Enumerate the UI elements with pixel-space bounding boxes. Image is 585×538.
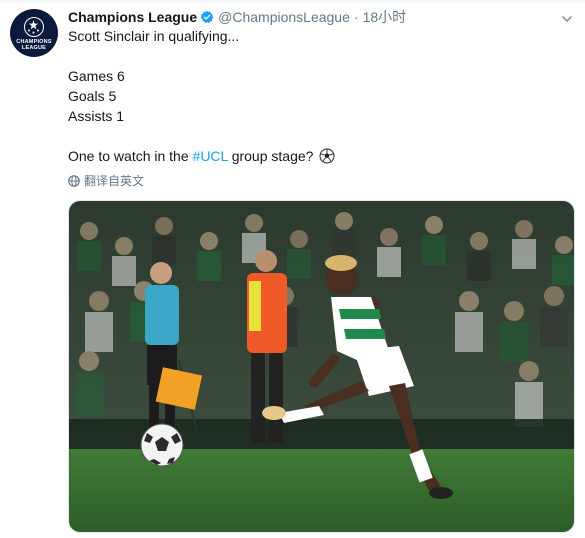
tweet-text-line: Assists 1 [68,108,125,124]
tweet-text-line: Goals 5 [68,88,117,104]
translate-label: 翻译自英文 [84,174,145,188]
tweet-text-line: One to watch in the #UCL group stage? [68,146,335,166]
chevron-down-icon[interactable] [561,13,573,25]
verified-badge-icon [200,10,214,24]
handle[interactable]: @ChampionsLeague [218,9,350,25]
avatar-logo-text: CHAMPIONS LEAGUE [16,39,52,51]
hashtag-link[interactable]: #UCL [193,148,228,164]
avatar[interactable]: CHAMPIONS LEAGUE [10,9,58,57]
separator-dot: · [353,9,359,25]
soccer-ball-emoji [319,148,335,164]
tweet-header: Champions League @ChampionsLeague · 18小时 [68,8,406,26]
tweet-text-line: Games 6 [68,68,125,84]
tweet[interactable]: CHAMPIONS LEAGUE Champions League @Champ… [0,0,585,538]
text-segment: One to watch in the [68,148,193,164]
globe-icon [68,174,80,187]
tweet-text-line: Scott Sinclair in qualifying... [68,28,240,44]
tweet-photo[interactable] [68,200,575,533]
display-name[interactable]: Champions League [68,9,197,25]
timestamp[interactable]: 18小时 [363,7,407,27]
translate-tweet-link[interactable]: 翻译自英文 [68,172,144,189]
text-segment: group stage? [227,148,318,164]
champions-league-starball-icon [24,17,44,37]
photo-football-player [69,201,574,532]
